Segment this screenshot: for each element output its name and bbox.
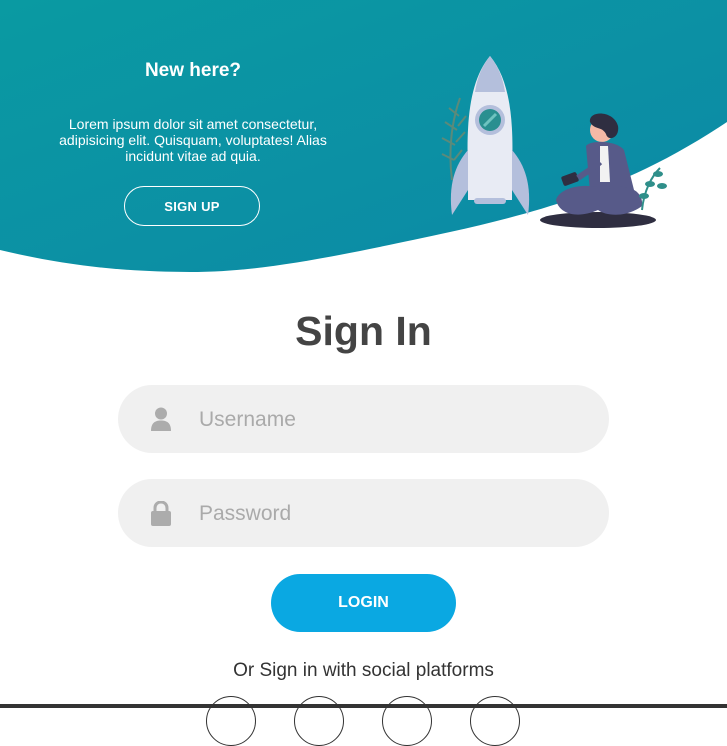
social-prompt: Or Sign in with social platforms xyxy=(233,660,494,681)
password-field[interactable] xyxy=(118,479,609,549)
login-button[interactable]: LOGIN xyxy=(271,574,456,632)
lock-icon xyxy=(150,500,172,532)
rocket-illustration xyxy=(441,56,667,228)
hero-panel: New here? Lorem ipsum dolor sit amet con… xyxy=(0,0,727,290)
username-field[interactable] xyxy=(118,385,609,455)
user-icon xyxy=(150,407,172,436)
panel-title: New here? xyxy=(144,60,242,81)
sign-up-button[interactable]: SIGN UP xyxy=(124,186,260,226)
panel-content: New here? Lorem ipsum dolor sit amet con… xyxy=(52,60,334,164)
username-input[interactable] xyxy=(197,385,581,455)
window-bottom-edge xyxy=(0,704,727,708)
password-input[interactable] xyxy=(197,479,581,549)
panel-description: Lorem ipsum dolor sit amet consectetur, … xyxy=(59,116,327,164)
sign-in-title: Sign In xyxy=(295,308,432,354)
